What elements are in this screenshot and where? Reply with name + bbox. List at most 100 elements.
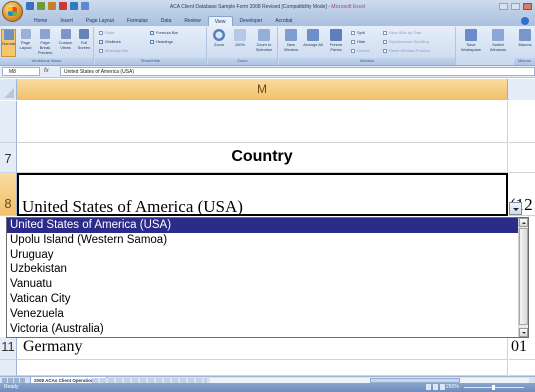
normal-view-button[interactable]: Normal [1, 29, 16, 57]
dropdown-item[interactable]: Upolu Island (Western Samoa) [7, 233, 520, 248]
tab-page-layout[interactable]: Page Layout [80, 16, 120, 26]
help-icon[interactable] [521, 17, 529, 25]
tab-data[interactable]: Data [155, 16, 178, 26]
formula-bar-checkbox[interactable]: Formula Bar [150, 30, 178, 35]
arrange-all-icon [307, 29, 319, 41]
cell-partial-row-next[interactable] [509, 101, 535, 143]
tab-developer[interactable]: Developer [234, 16, 269, 26]
tab-review[interactable]: Review [178, 16, 206, 26]
dropdown-item[interactable]: Vatican City [7, 292, 520, 307]
dropdown-item-selected[interactable]: United States of America (USA) [7, 218, 520, 233]
zoom-to-selection-button[interactable]: Zoom to Selection [252, 29, 276, 52]
save-workspace-button[interactable]: Save Workspace [459, 29, 483, 52]
cell-n11-value[interactable]: 01 [509, 337, 535, 360]
custom-views-button[interactable]: Custom Views [57, 29, 74, 50]
arrange-all-button[interactable]: Arrange All [303, 29, 323, 47]
arrange-all-label: Arrange All [303, 42, 323, 47]
switch-windows-button[interactable]: Switch Windows [485, 29, 511, 52]
tab-insert[interactable]: Insert [54, 16, 79, 26]
zoom-100-icon [234, 29, 246, 41]
new-window-button[interactable]: New Window [281, 29, 301, 52]
dropdown-item[interactable]: Victoria (Australia) [7, 322, 520, 337]
column-header-m[interactable]: M [17, 79, 508, 100]
minimize-icon[interactable] [499, 3, 508, 10]
hide-label: Hide [357, 39, 366, 44]
page-layout-icon-status[interactable] [433, 384, 438, 390]
ruler-label: Ruler [105, 30, 115, 35]
page-break-preview-button[interactable]: Page Break Preview [35, 29, 55, 55]
zoom-level[interactable]: 250% [446, 384, 459, 390]
close-icon[interactable] [523, 3, 532, 10]
dropdown-scrollbar[interactable] [518, 218, 528, 337]
fx-icon[interactable]: fx [44, 68, 49, 74]
tab-acrobat[interactable]: Acrobat [269, 16, 298, 26]
ribbon-tabs: Home Insert Page Layout Formulas Data Re… [0, 16, 535, 26]
synchronous-scrolling-button[interactable]: Synchronous Scrolling [383, 39, 429, 44]
scroll-thumb[interactable] [519, 228, 528, 325]
scroll-up-icon[interactable] [519, 218, 528, 227]
cell-partial-row[interactable] [17, 101, 508, 143]
split-label: Split [357, 30, 365, 35]
unhide-button[interactable]: Unhide [351, 48, 370, 53]
new-window-icon [285, 29, 297, 41]
group-label-show-hide: Show/Hide [95, 58, 206, 65]
tab-view[interactable]: View [207, 16, 233, 26]
dropdown-item[interactable]: Uzbekistan [7, 262, 520, 277]
group-window: New Window Arrange All Freeze Panes Spli… [279, 27, 456, 65]
cell-m8-value[interactable]: United States of America (USA) [17, 173, 508, 216]
view-side-by-side-button[interactable]: View Side by Side [383, 30, 421, 35]
zoom-100-button[interactable]: 100% [231, 29, 249, 47]
cell-m8[interactable]: United States of America (USA) [17, 173, 508, 216]
dropdown-item[interactable]: Uruguay [7, 248, 520, 263]
office-button[interactable] [2, 1, 23, 22]
page-break-icon [40, 29, 50, 39]
row-header-11[interactable]: 11 [0, 337, 17, 360]
group-label-window: Window [279, 58, 455, 65]
normal-view-icon-status[interactable] [426, 384, 431, 390]
column-header-next[interactable] [509, 79, 535, 100]
hide-button[interactable]: Hide [351, 39, 365, 44]
formula-input[interactable]: United States of America (USA) [60, 67, 535, 76]
save-workspace-label: Save Workspace [461, 42, 481, 52]
cell-next-row-n[interactable] [509, 360, 535, 376]
zoom-button[interactable]: Zoom [210, 29, 228, 47]
tab-home[interactable]: Home [28, 16, 53, 26]
cell-n7[interactable] [509, 143, 535, 173]
headings-label: Headings [156, 39, 173, 44]
maximize-icon[interactable] [511, 3, 520, 10]
magnifier-icon [213, 29, 225, 41]
row-header-7[interactable]: 7 [0, 143, 17, 173]
select-all-corner[interactable] [0, 79, 17, 100]
macros-button[interactable]: Macros [515, 29, 535, 47]
cell-next-row[interactable] [17, 360, 508, 376]
row-header-next[interactable] [0, 360, 17, 376]
group-macros: Macros Macros [514, 27, 535, 65]
validation-dropdown-list[interactable]: United States of America (USA) Upolu Isl… [6, 217, 529, 338]
zoom-slider-thumb[interactable] [492, 385, 495, 390]
gridlines-label: Gridlines [105, 39, 121, 44]
gridlines-checkbox[interactable]: Gridlines [99, 39, 121, 44]
reset-window-position-button[interactable]: Reset Window Position [383, 48, 430, 53]
group-workbook-views: Normal Page Layout Page Break Preview Cu… [0, 27, 94, 65]
ruler-checkbox[interactable]: Ruler [99, 30, 115, 35]
split-button[interactable]: Split [351, 30, 365, 35]
headings-checkbox[interactable]: Headings [150, 39, 173, 44]
dropdown-item[interactable]: Vanuatu [7, 277, 520, 292]
status-bar: Ready 250% [0, 383, 535, 392]
row-header-8[interactable]: 8 [0, 173, 17, 216]
scroll-down-icon[interactable] [519, 328, 528, 337]
cell-m7[interactable]: Country [17, 143, 508, 173]
dropdown-arrow-button[interactable] [509, 202, 522, 215]
tab-formulas[interactable]: Formulas [121, 16, 154, 26]
page-layout-view-button[interactable]: Page Layout [18, 29, 33, 50]
freeze-panes-button[interactable]: Freeze Panes [325, 29, 347, 52]
page-break-icon-status[interactable] [440, 384, 445, 390]
message-bar-checkbox[interactable]: Message Bar [99, 48, 129, 53]
cell-m11[interactable]: Germany [17, 337, 508, 360]
title-bar: ACA Client Database Sample Form 2008 Rev… [0, 0, 535, 22]
dropdown-item[interactable]: Venezuela [7, 307, 520, 322]
full-screen-button[interactable]: Full Screen [76, 29, 92, 50]
name-box[interactable]: M8 [2, 67, 40, 76]
row-header-partial[interactable] [0, 101, 17, 143]
status-text: Ready [4, 384, 19, 390]
